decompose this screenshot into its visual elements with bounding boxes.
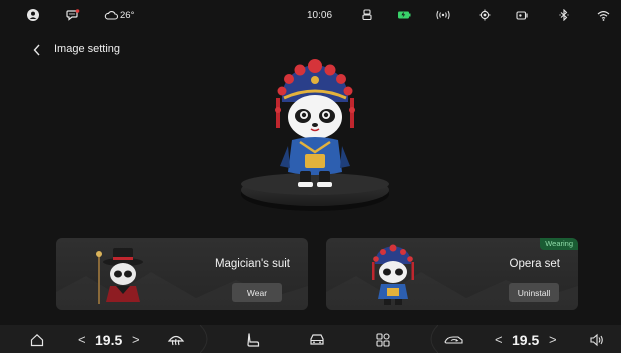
outfit-card-magician[interactable]: Magician's suit Wear <box>56 238 308 310</box>
location-icon <box>479 6 491 24</box>
message-icon[interactable] <box>66 6 80 24</box>
left-temp-increase[interactable]: > <box>132 331 140 348</box>
chevron-left-icon <box>33 44 40 56</box>
left-temp-decrease[interactable]: < <box>78 331 86 348</box>
page-title: Image setting <box>54 43 121 55</box>
panda-avatar <box>270 54 360 194</box>
apps-button[interactable] <box>374 331 392 348</box>
seat-button[interactable] <box>244 331 262 348</box>
home-icon <box>30 333 44 346</box>
user-avatar-icon[interactable] <box>27 6 39 24</box>
temperature-text: 26° <box>120 9 135 21</box>
dock-divider <box>430 325 438 353</box>
status-bar: 26° 10:06 <box>0 0 621 30</box>
dock-divider <box>200 325 208 353</box>
dashcam-icon <box>516 6 529 24</box>
uninstall-button[interactable]: Uninstall <box>509 283 559 302</box>
magician-avatar-image <box>96 248 143 304</box>
volume-icon <box>590 333 603 346</box>
home-button[interactable] <box>28 331 46 348</box>
seat-icon[interactable] <box>362 6 372 24</box>
car-front-icon <box>310 333 324 345</box>
clock: 10:06 <box>307 9 333 21</box>
wifi-icon <box>597 6 610 24</box>
battery-icon <box>397 6 411 24</box>
right-temp-increase[interactable]: > <box>549 331 557 348</box>
card-title: Opera set <box>509 258 561 270</box>
air-circulation-button[interactable] <box>442 331 466 348</box>
apps-grid-icon <box>376 332 390 347</box>
left-temperature: 19.5 <box>95 331 123 348</box>
volume-button[interactable] <box>588 331 606 348</box>
air-circulation-icon <box>444 335 463 344</box>
defrost-button[interactable] <box>166 331 186 348</box>
outfit-card-opera[interactable]: Wearing Opera set Uninstall <box>326 238 578 310</box>
wearing-badge: Wearing <box>540 238 578 250</box>
signal-broadcast-icon <box>435 6 451 24</box>
right-temp-decrease[interactable]: < <box>495 331 503 348</box>
bottom-dock: < 19.5 > < 19.5 > <box>0 325 621 353</box>
bluetooth-icon <box>559 6 569 24</box>
opera-avatar-image <box>372 244 414 305</box>
right-temperature: 19.5 <box>512 331 540 348</box>
weather-widget[interactable]: 26° <box>104 6 134 24</box>
cloud-icon <box>104 10 118 20</box>
back-button[interactable] <box>30 42 44 58</box>
defrost-icon <box>167 335 185 345</box>
card-title: Magician's suit <box>214 258 290 270</box>
vehicle-button[interactable] <box>307 331 327 348</box>
wear-button[interactable]: Wear <box>232 283 282 302</box>
seat-icon <box>247 332 260 347</box>
